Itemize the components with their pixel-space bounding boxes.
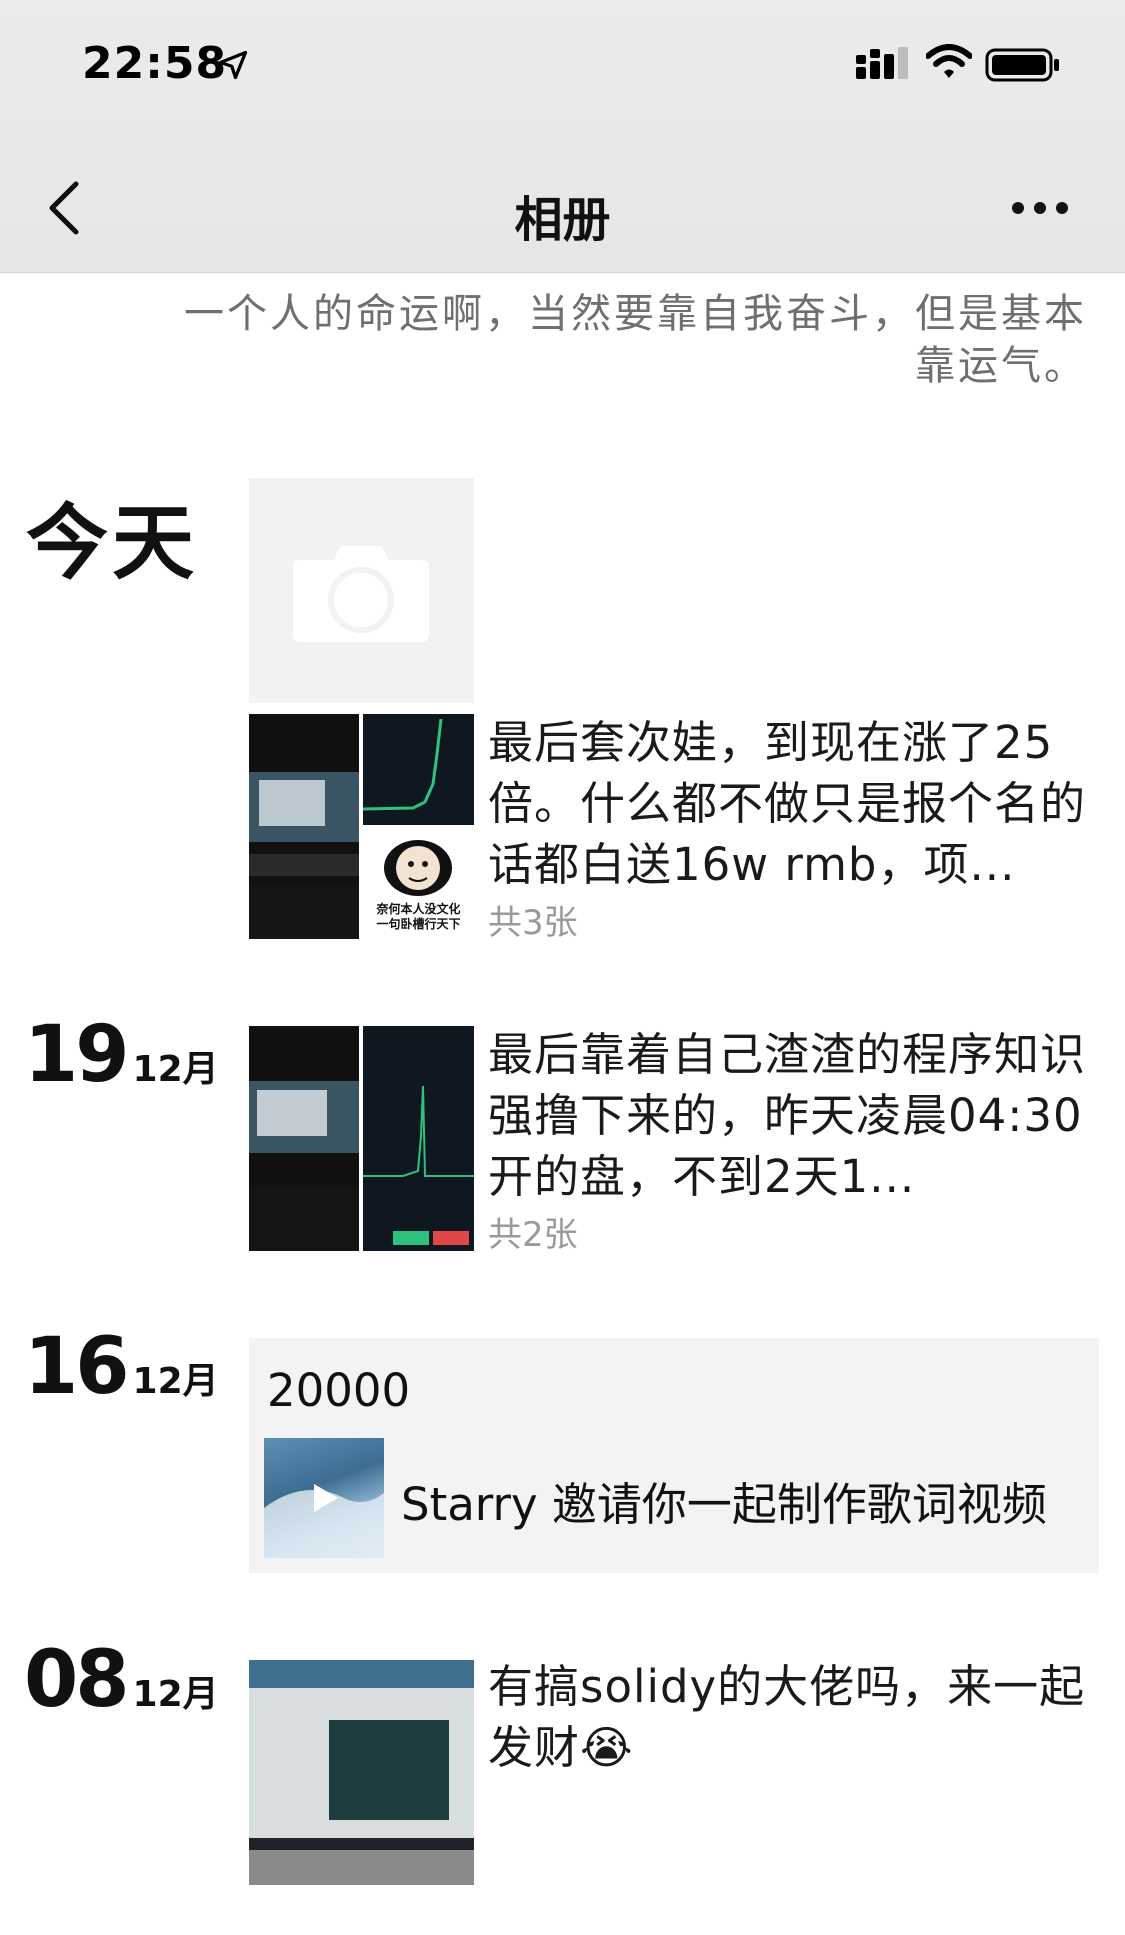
share-title: 20000 <box>267 1364 411 1417</box>
play-icon <box>264 1484 384 1558</box>
post-thumbnails[interactable] <box>249 1026 474 1251</box>
post-thumbnails[interactable] <box>249 1660 474 1885</box>
photo-thumbnail <box>249 1026 359 1251</box>
add-photo-button[interactable] <box>249 478 474 703</box>
photo-thumbnail <box>249 1660 474 1885</box>
meme-caption-2: 一句卧槽行天下 <box>376 917 461 931</box>
date-day: 19 <box>24 1010 130 1100</box>
meme-thumbnail: 奈何本人没文化 一句卧槽行天下 <box>363 828 474 939</box>
wifi-icon <box>926 44 972 78</box>
date-day: 08 <box>24 1635 130 1725</box>
date-label: 16 12月 <box>24 1322 219 1412</box>
battery-icon <box>985 48 1059 82</box>
date-month: 12月 <box>132 1361 219 1402</box>
shared-link-card[interactable]: 20000 Starry 邀请你一起制作歌词视频 <box>249 1338 1099 1573</box>
camera-icon <box>293 546 429 642</box>
share-text: Starry 邀请你一起制作歌词视频 <box>401 1478 1047 1531</box>
photo-thumbnail <box>363 1026 474 1251</box>
photo-thumbnail <box>249 714 359 939</box>
post-thumbnails[interactable]: 奈何本人没文化 一句卧槽行天下 <box>249 714 474 939</box>
video-thumbnail <box>264 1438 384 1558</box>
date-month: 12月 <box>132 1674 219 1715</box>
photo-thumbnail <box>363 714 474 825</box>
date-label: 19 12月 <box>24 1010 219 1100</box>
post-text[interactable]: 有搞solidy的大佬吗，来一起发财😭 <box>488 1656 1100 1778</box>
date-label: 08 12月 <box>24 1635 219 1725</box>
more-icon[interactable] <box>1010 196 1070 220</box>
photo-count: 共3张 <box>488 903 578 943</box>
meme-caption-1: 奈何本人没文化 <box>376 902 461 916</box>
page-title: 相册 <box>514 192 611 248</box>
photo-count: 共2张 <box>488 1215 578 1255</box>
post-text[interactable]: 最后套次娃，到现在涨了25倍。什么都不做只是报个名的话都白送16w rmb，项.… <box>488 712 1100 895</box>
post-text[interactable]: 最后靠着自己渣渣的程序知识强撸下来的，昨天凌晨04:30开的盘，不到2天1... <box>488 1024 1100 1207</box>
date-today: 今天 <box>26 496 199 591</box>
date-day: 16 <box>24 1322 130 1412</box>
date-month: 12月 <box>132 1049 219 1090</box>
panda-meme-icon <box>384 840 452 896</box>
top-bar: 22:58 相册 <box>0 0 1125 273</box>
profile-signature: 一个人的命运啊，当然要靠自我奋斗，但是基本靠运气。 <box>184 291 1087 389</box>
status-time: 22:58 <box>82 38 228 89</box>
cellular-signal-icon <box>856 47 908 79</box>
location-arrow-icon <box>218 50 248 80</box>
